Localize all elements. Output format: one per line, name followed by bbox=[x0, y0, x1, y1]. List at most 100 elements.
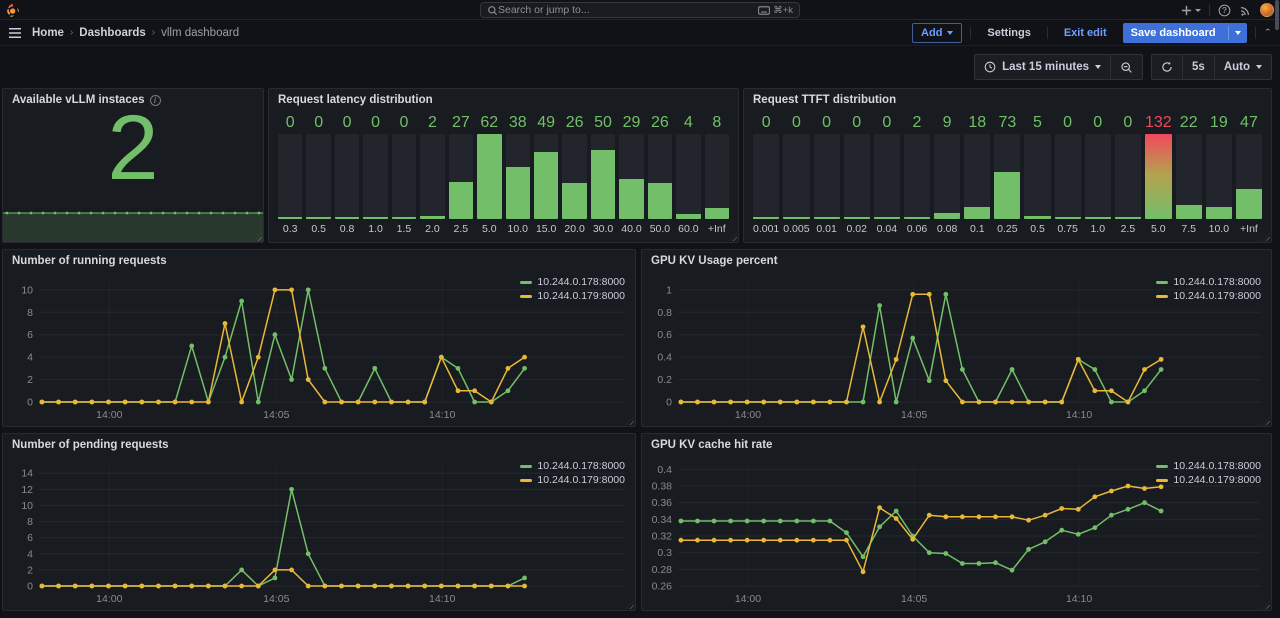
data-point bbox=[894, 400, 899, 405]
scrollbar-thumb[interactable] bbox=[1275, 0, 1279, 30]
time-range-picker[interactable]: Last 15 minutes bbox=[975, 55, 1110, 79]
data-point bbox=[943, 514, 948, 519]
gauge-column[interactable]: 02.5 bbox=[1115, 113, 1141, 236]
gauge-column[interactable]: 00.001 bbox=[753, 113, 779, 236]
gauge-column[interactable]: 460.0 bbox=[676, 113, 700, 236]
search-input[interactable] bbox=[498, 4, 758, 16]
user-avatar[interactable] bbox=[1260, 3, 1274, 17]
data-point bbox=[139, 584, 144, 589]
panel-title[interactable]: Request TTFT distribution bbox=[744, 89, 1271, 111]
gauge-column[interactable]: 00.01 bbox=[814, 113, 840, 236]
grafana-logo-icon[interactable] bbox=[6, 3, 20, 17]
gauge-column[interactable]: 730.25 bbox=[994, 113, 1020, 236]
gauge-fill bbox=[1145, 134, 1172, 219]
gauge-column[interactable]: 8+Inf bbox=[705, 113, 729, 236]
legend-item[interactable]: 10.244.0.178:8000 bbox=[520, 460, 625, 472]
refresh-button[interactable] bbox=[1152, 55, 1182, 79]
gauge-value: 62 bbox=[477, 113, 501, 132]
settings-button[interactable]: Settings bbox=[979, 24, 1038, 42]
data-point bbox=[679, 538, 684, 543]
data-point bbox=[794, 538, 799, 543]
add-button[interactable]: Add bbox=[912, 23, 962, 43]
gauge-column[interactable]: 90.08 bbox=[934, 113, 960, 236]
sparkline-point bbox=[90, 212, 93, 215]
breadcrumb-home[interactable]: Home bbox=[32, 27, 64, 39]
sparkline-point bbox=[18, 212, 21, 215]
gauge-column[interactable]: 00.005 bbox=[783, 113, 809, 236]
gauge-column[interactable]: 3810.0 bbox=[506, 113, 530, 236]
menu-icon[interactable] bbox=[8, 27, 22, 39]
y-axis-label: 10 bbox=[21, 500, 33, 512]
gauge-column[interactable]: 1910.0 bbox=[1206, 113, 1232, 236]
sparkline-point bbox=[6, 212, 9, 215]
breadcrumb-dashboards[interactable]: Dashboards bbox=[79, 27, 145, 39]
gauge-column[interactable]: 00.04 bbox=[874, 113, 900, 236]
save-dashboard-caret[interactable] bbox=[1228, 26, 1247, 40]
gauge-track bbox=[783, 134, 809, 219]
gauge-column[interactable]: 272.5 bbox=[449, 113, 473, 236]
legend-item[interactable]: 10.244.0.178:8000 bbox=[1156, 460, 1261, 472]
data-point bbox=[877, 400, 882, 405]
legend-item[interactable]: 10.244.0.179:8000 bbox=[520, 474, 625, 486]
legend-item[interactable]: 10.244.0.179:8000 bbox=[1156, 474, 1261, 486]
legend-item[interactable]: 10.244.0.178:8000 bbox=[520, 276, 625, 288]
panel-title[interactable]: Request latency distribution bbox=[269, 89, 738, 111]
refresh-interval-label[interactable]: 5s bbox=[1182, 55, 1214, 79]
panel-title[interactable]: GPU KV cache hit rate bbox=[642, 434, 1271, 456]
panel-title[interactable]: GPU KV Usage percent bbox=[642, 250, 1271, 272]
data-point bbox=[778, 400, 783, 405]
gauge-column[interactable]: 01.0 bbox=[363, 113, 387, 236]
gauge-axis-label: 10.0 bbox=[506, 221, 530, 236]
y-axis-label: 4 bbox=[27, 352, 33, 364]
gauge-column[interactable]: 20.06 bbox=[904, 113, 930, 236]
panel-title[interactable]: Number of running requests bbox=[3, 250, 635, 272]
gauge-column[interactable]: 22.0 bbox=[420, 113, 444, 236]
scrollbar[interactable] bbox=[1275, 0, 1280, 618]
sparkline-point bbox=[66, 212, 69, 215]
gauge-column[interactable]: 00.5 bbox=[306, 113, 330, 236]
panel-title[interactable]: Number of pending requests bbox=[3, 434, 635, 456]
gauge-column[interactable]: 47+Inf bbox=[1236, 113, 1262, 236]
gauge-column[interactable]: 180.1 bbox=[964, 113, 990, 236]
gauge-column[interactable]: 01.5 bbox=[392, 113, 416, 236]
save-dashboard-button[interactable]: Save dashboard bbox=[1123, 23, 1247, 43]
news-button[interactable] bbox=[1239, 4, 1252, 17]
data-point bbox=[189, 584, 194, 589]
legend-item[interactable]: 10.244.0.179:8000 bbox=[1156, 290, 1261, 302]
gauge-axis-label: 0.04 bbox=[874, 221, 900, 236]
gauge-track bbox=[1145, 134, 1172, 219]
gauge-track bbox=[1236, 134, 1262, 219]
gauge-column[interactable]: 2650.0 bbox=[648, 113, 672, 236]
new-item-button[interactable] bbox=[1181, 5, 1201, 16]
gauge-value: 8 bbox=[705, 113, 729, 132]
data-point bbox=[40, 400, 45, 405]
gauge-column[interactable]: 2620.0 bbox=[562, 113, 586, 236]
data-point bbox=[927, 550, 932, 555]
gauge-column[interactable]: 2940.0 bbox=[619, 113, 643, 236]
gauge-column[interactable]: 1325.0 bbox=[1145, 113, 1172, 236]
gauge-track bbox=[874, 134, 900, 219]
legend-item[interactable]: 10.244.0.179:8000 bbox=[520, 290, 625, 302]
y-axis-label: 10 bbox=[21, 284, 33, 296]
gauge-column[interactable]: 00.8 bbox=[335, 113, 359, 236]
gauge-column[interactable]: 00.3 bbox=[278, 113, 302, 236]
gauge-column[interactable]: 50.5 bbox=[1024, 113, 1050, 236]
gauge-column[interactable]: 5030.0 bbox=[591, 113, 615, 236]
gauge-column[interactable]: 01.0 bbox=[1085, 113, 1111, 236]
gauge-column[interactable]: 00.02 bbox=[844, 113, 870, 236]
x-axis-label: 14:05 bbox=[263, 593, 289, 605]
gauge-column[interactable]: 00.75 bbox=[1055, 113, 1081, 236]
sparkline-point bbox=[30, 212, 33, 215]
exit-edit-button[interactable]: Exit edit bbox=[1056, 24, 1115, 42]
collapse-toolbar-icon[interactable]: ⌃ bbox=[1264, 28, 1272, 37]
zoom-out-button[interactable] bbox=[1110, 55, 1142, 79]
help-button[interactable]: ? bbox=[1218, 4, 1231, 17]
data-point bbox=[778, 519, 783, 524]
legend-item[interactable]: 10.244.0.178:8000 bbox=[1156, 276, 1261, 288]
gauge-column[interactable]: 4915.0 bbox=[534, 113, 558, 236]
gauge-column[interactable]: 625.0 bbox=[477, 113, 501, 236]
gauge-column[interactable]: 227.5 bbox=[1176, 113, 1202, 236]
auto-refresh-dropdown[interactable]: Auto bbox=[1214, 55, 1271, 79]
data-point bbox=[1159, 509, 1164, 514]
clock-icon bbox=[984, 61, 996, 73]
